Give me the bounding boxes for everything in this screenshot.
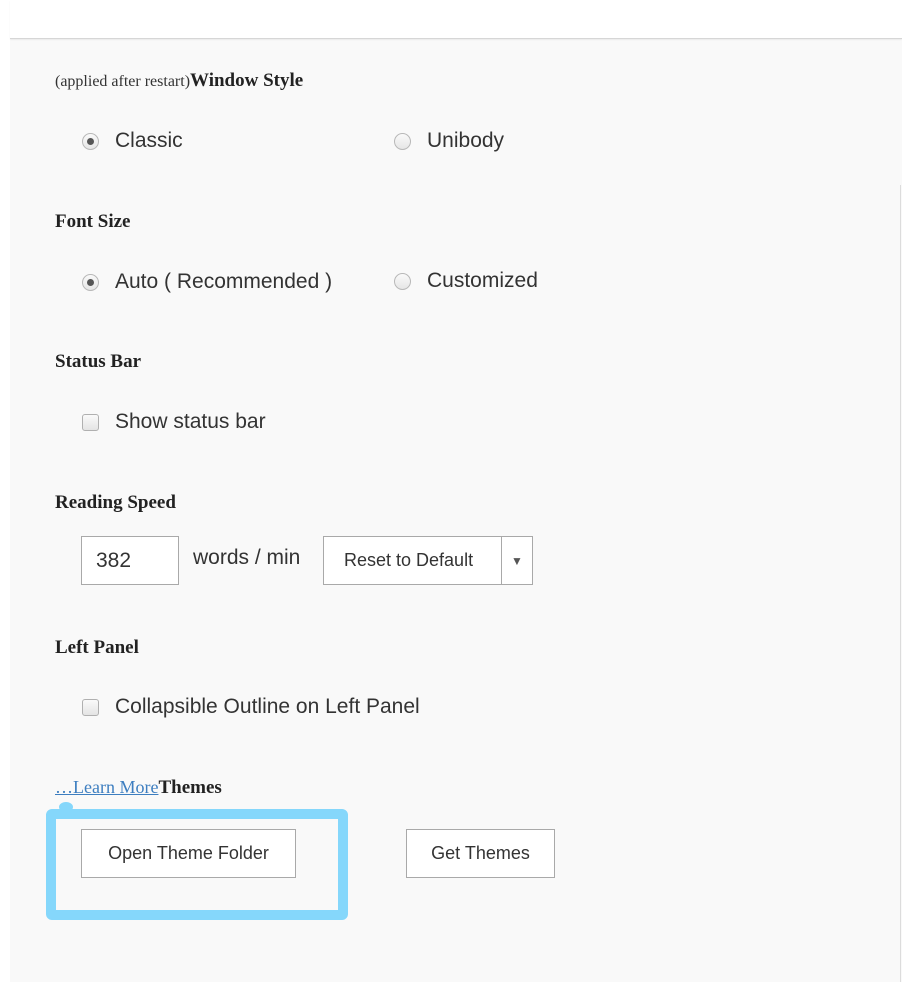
- reading-speed-heading: Reading Speed: [55, 492, 176, 513]
- show-status-bar-option[interactable]: Show status bar: [82, 410, 266, 434]
- themes-heading: …Learn MoreThemes: [55, 777, 222, 799]
- window-style-title: Window Style: [190, 70, 304, 91]
- collapsible-outline-option[interactable]: Collapsible Outline on Left Panel: [82, 695, 420, 719]
- restart-note: (applied after restart): [55, 73, 191, 90]
- window-style-unibody-option[interactable]: Unibody: [394, 129, 504, 153]
- preferences-page: (applied after restart)Window Style Clas…: [0, 0, 902, 982]
- get-themes-button[interactable]: Get Themes: [406, 829, 555, 878]
- words-per-min-label: words / min: [193, 546, 301, 569]
- show-status-bar-checkbox[interactable]: [82, 413, 99, 431]
- window-style-classic-option[interactable]: Classic: [82, 129, 183, 153]
- reading-speed-input[interactable]: 382: [81, 536, 179, 585]
- show-status-bar-label: Show status bar: [115, 410, 266, 433]
- reset-default-label: Reset to Default: [344, 550, 474, 570]
- auto-radio[interactable]: [82, 273, 99, 291]
- classic-label: Classic: [115, 129, 183, 152]
- collapsible-outline-checkbox[interactable]: [82, 698, 99, 716]
- window-style-heading: (applied after restart)Window Style: [55, 70, 303, 92]
- status-bar-heading: Status Bar: [55, 351, 142, 372]
- reset-default-select[interactable]: Reset to Default ▼: [323, 536, 533, 585]
- panel-right-border: [900, 185, 901, 982]
- highlight-box: [46, 809, 348, 920]
- auto-label: Auto ( Recommended ): [115, 270, 333, 293]
- left-panel-heading: Left Panel: [55, 637, 139, 658]
- learn-more-link[interactable]: …Learn More: [55, 777, 158, 797]
- unibody-radio[interactable]: [394, 132, 411, 150]
- font-size-heading: Font Size: [55, 211, 131, 232]
- font-size-customized-option[interactable]: Customized: [394, 269, 538, 293]
- font-size-auto-option[interactable]: Auto ( Recommended ): [82, 270, 332, 294]
- themes-title: Themes: [158, 777, 222, 798]
- customized-radio[interactable]: [394, 272, 411, 290]
- dropdown-arrow-icon[interactable]: ▼: [501, 537, 532, 584]
- customized-label: Customized: [427, 269, 538, 292]
- top-bar: [10, 0, 902, 39]
- classic-radio[interactable]: [82, 132, 99, 150]
- unibody-label: Unibody: [427, 129, 505, 152]
- collapsible-outline-label: Collapsible Outline on Left Panel: [115, 695, 420, 718]
